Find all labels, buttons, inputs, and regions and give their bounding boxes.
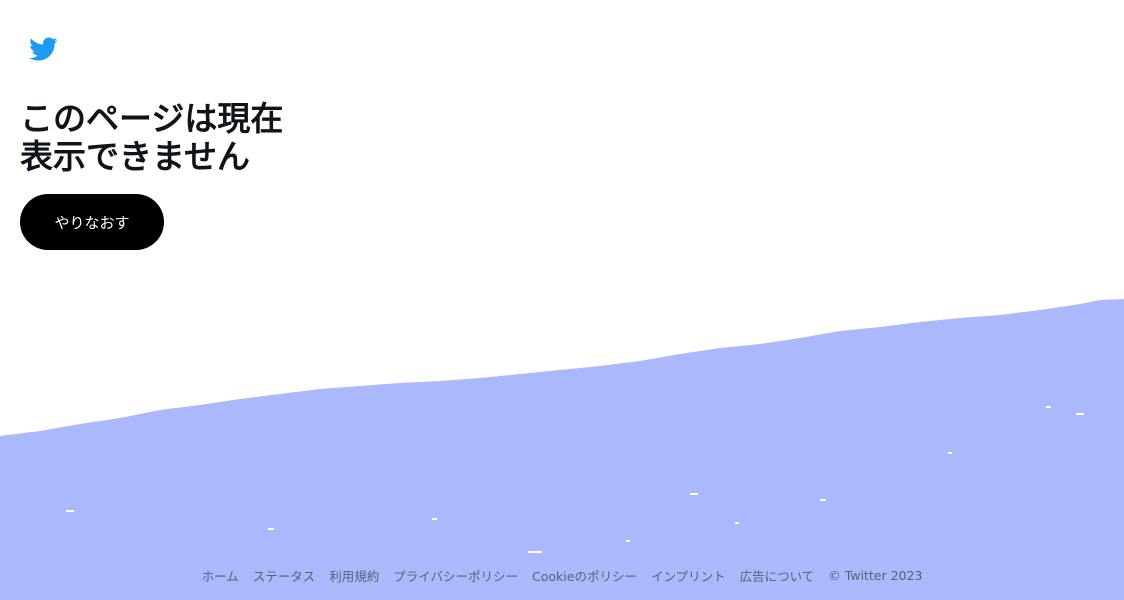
footer-link-ads-info[interactable]: 広告について (740, 566, 815, 585)
footer-link-imprint[interactable]: インプリント (651, 566, 726, 585)
footer-link-privacy[interactable]: プライバシーポリシー (393, 566, 518, 585)
background-wave (0, 299, 1124, 600)
error-page: このページは現在 表示できません やりなおす ホーム ステータス 利用規約 プラ… (0, 0, 1124, 600)
footer-link-home[interactable]: ホーム (202, 566, 239, 585)
retry-button[interactable]: やりなおす (20, 194, 164, 250)
footer-link-terms[interactable]: 利用規約 (329, 566, 379, 585)
error-title: このページは現在 表示できません (20, 99, 284, 176)
footer-link-status[interactable]: ステータス (253, 566, 316, 585)
footer-copyright: © Twitter 2023 (828, 567, 923, 583)
footer-nav: ホーム ステータス 利用規約 プライバシーポリシー Cookieのポリシー イン… (0, 566, 1124, 584)
wave-shape (0, 299, 1124, 600)
footer-link-cookie-policy[interactable]: Cookieのポリシー (532, 566, 637, 585)
twitter-bird-icon (29, 37, 58, 61)
twitter-logo[interactable] (25, 34, 61, 64)
